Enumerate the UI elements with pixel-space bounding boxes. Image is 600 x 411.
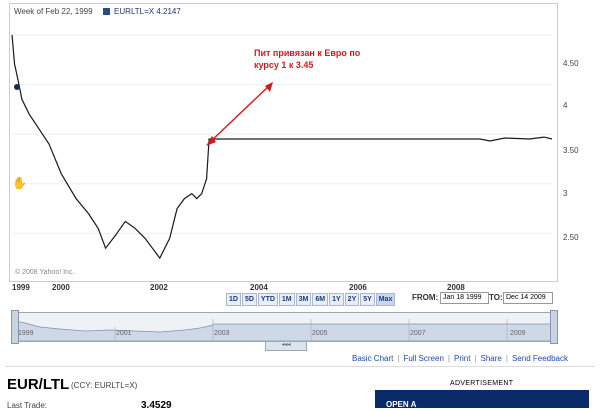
to-label: TO: bbox=[489, 293, 503, 302]
annotation-text: Пит привязан к Евро по курсу 1 к 3.45 bbox=[254, 47, 384, 71]
x-tick-label: 2006 bbox=[349, 283, 367, 292]
symbol-ccy: (CCY: EURLTL=X) bbox=[71, 381, 138, 390]
range-button-max[interactable]: Max bbox=[375, 293, 396, 306]
footer-links: Basic Chart | Full Screen | Print | Share | Send… bbox=[352, 354, 568, 363]
from-label: FROM: bbox=[412, 293, 439, 302]
print-link[interactable]: Print bbox=[454, 354, 470, 363]
navigator-right-handle[interactable] bbox=[550, 310, 558, 344]
x-tick-label: 2000 bbox=[52, 283, 70, 292]
hand-pointer-icon: ✋ bbox=[12, 176, 27, 190]
y-tick-label: 3 bbox=[563, 189, 568, 198]
range-button-ytd[interactable]: YTD bbox=[257, 293, 278, 306]
navigator-year: 1999 bbox=[18, 330, 34, 337]
basic-chart-link[interactable]: Basic Chart bbox=[352, 354, 393, 363]
range-button-1m[interactable]: 1M bbox=[278, 293, 295, 306]
x-tick-label: 2008 bbox=[447, 283, 465, 292]
navigator-year: 2003 bbox=[214, 330, 230, 337]
x-tick-label: 1999 bbox=[12, 283, 30, 292]
x-tick-label: 2004 bbox=[250, 283, 268, 292]
send-feedback-link[interactable]: Send Feedback bbox=[512, 354, 568, 363]
y-tick-label: 2.50 bbox=[563, 233, 579, 242]
range-button-1y[interactable]: 1Y bbox=[329, 293, 344, 306]
range-button-1d[interactable]: 1D bbox=[226, 293, 241, 306]
crosshair-dot bbox=[14, 84, 20, 90]
symbol-title: EUR/LTL bbox=[7, 376, 70, 393]
advertisement-label: ADVERTISEMENT bbox=[450, 380, 514, 387]
navigator-strip[interactable] bbox=[14, 312, 557, 342]
range-button-5d[interactable]: 5D bbox=[241, 293, 257, 306]
annotation-line-2: курсу 1 к 3.45 bbox=[254, 60, 314, 70]
divider bbox=[5, 366, 595, 367]
navigator-year: 2009 bbox=[510, 330, 526, 337]
full-screen-link[interactable]: Full Screen bbox=[403, 354, 443, 363]
range-button-6m[interactable]: 6M bbox=[312, 293, 329, 306]
y-tick-label: 3.50 bbox=[563, 146, 579, 155]
annotation-arrow-head-right bbox=[265, 82, 273, 92]
range-button-bar: 1D 5D YTD 1M 3M 6M 1Y 2Y 5Y Max bbox=[226, 293, 396, 306]
annotation-line-1: Пит привязан к Евро по bbox=[254, 48, 361, 58]
range-button-2y[interactable]: 2Y bbox=[344, 293, 360, 306]
navigator-year: 2007 bbox=[410, 330, 426, 337]
to-date-input[interactable]: Dec 14 2009 bbox=[503, 292, 553, 304]
from-date-input[interactable]: Jan 18 1999 bbox=[440, 292, 489, 304]
y-tick-label: 4 bbox=[563, 101, 568, 110]
navigator-grip[interactable]: ◂◂◂ bbox=[265, 341, 307, 351]
navigator-mini-chart bbox=[15, 319, 556, 341]
range-button-3m[interactable]: 3M bbox=[295, 293, 312, 306]
last-trade-value: 3.4529 bbox=[141, 400, 172, 411]
x-tick-label: 2002 bbox=[150, 283, 168, 292]
y-tick-label: 4.50 bbox=[563, 59, 579, 68]
last-trade-label: Last Trade: bbox=[7, 401, 48, 410]
copyright-text: © 2008 Yahoo! Inc. bbox=[15, 269, 75, 276]
range-button-5y[interactable]: 5Y bbox=[360, 293, 375, 306]
share-link[interactable]: Share bbox=[481, 354, 502, 363]
navigator-year: 2001 bbox=[116, 330, 132, 337]
navigator-left-handle[interactable] bbox=[11, 310, 19, 344]
navigator-year: 2005 bbox=[312, 330, 328, 337]
